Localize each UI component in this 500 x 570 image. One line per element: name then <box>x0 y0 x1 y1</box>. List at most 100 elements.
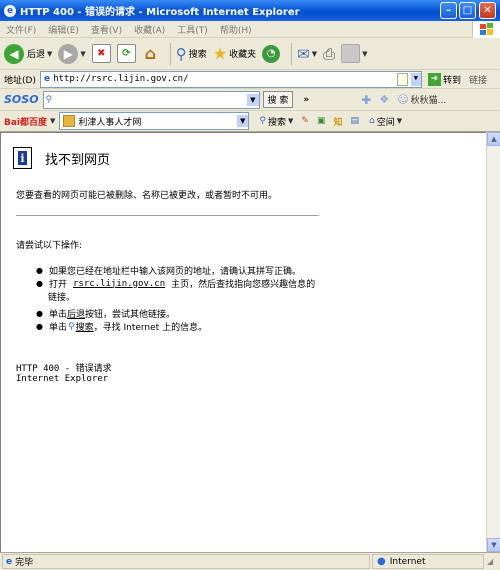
baidu-dropdown-icon[interactable]: ▼ <box>237 115 249 127</box>
soso-dropdown-icon[interactable]: ▼ <box>247 93 259 106</box>
scroll-up-icon[interactable]: ▲ <box>487 132 500 146</box>
bullet-text: 单击 <box>48 310 67 320</box>
stop-button[interactable]: ✖ <box>91 44 111 63</box>
zone-text: Internet <box>389 556 426 567</box>
baidu-space-button[interactable]: ⌂ 空间 ▼ <box>369 115 402 128</box>
search-link-icon[interactable]: ⚲ <box>68 322 75 332</box>
windows-logo-icon <box>472 21 500 38</box>
bullet-icon: ● <box>36 322 43 331</box>
address-url: http://rsrc.lijin.gov.cn/ <box>53 74 189 84</box>
address-bar: 地址(D) e http://rsrc.lijin.gov.cn/ ▼ ➔ 转到… <box>0 70 500 89</box>
status-panel: e 完毕 <box>2 554 370 569</box>
baidu-toolbar: Bai都百度 ▼ 利津人事人才网 ▼ ⚲ 搜索 ▼ ✎ ▣ 知 ▤ ⌂ 空间 ▼ <box>0 111 500 132</box>
soso-more-button[interactable]: » <box>303 95 309 105</box>
scroll-down-icon[interactable]: ▼ <box>487 538 500 552</box>
minimize-button[interactable]: – <box>440 2 457 19</box>
back-arrow-icon: ◀ <box>4 43 24 64</box>
menu-view[interactable]: 查看(V) <box>91 23 122 36</box>
bullet-text-continued: 链接。 <box>48 293 76 303</box>
homepage-link[interactable]: rsrc.lijin.gov.cn <box>73 279 165 289</box>
title-bar[interactable]: e HTTP 400 - 错误的请求 - Microsoft Internet … <box>0 0 500 21</box>
soso-search-icon: ⚲ <box>45 94 53 105</box>
baidu-space-icon: ⌂ <box>369 116 375 126</box>
soso-logo[interactable]: SOSO <box>4 93 39 106</box>
baidu-search-label: 搜索 <box>268 117 287 128</box>
page-icon: e <box>43 74 51 84</box>
menu-tools[interactable]: 工具(T) <box>177 23 208 36</box>
divider <box>16 215 319 216</box>
internet-globe-icon: ● <box>377 556 386 567</box>
baidu-image-icon[interactable]: ▣ <box>317 116 326 126</box>
bullet-icon: ● <box>36 309 43 318</box>
go-label: 转到 <box>442 75 461 86</box>
baidu-search-icon: ⚲ <box>259 116 267 126</box>
baidu-logo[interactable]: Bai都百度 <box>4 115 47 128</box>
search-label: 搜索 <box>188 50 207 60</box>
menu-favorites[interactable]: 收藏(A) <box>134 23 165 36</box>
edit-dropdown-icon[interactable]: ▼ <box>362 50 367 58</box>
bullet-text: 单击 <box>48 323 67 333</box>
go-button[interactable]: ➔ 转到 <box>427 72 461 86</box>
soso-user-icon[interactable]: ☺ <box>397 93 408 106</box>
history-button[interactable]: ◔ <box>262 44 281 63</box>
resize-grip-icon[interactable]: ◢ <box>487 557 493 566</box>
soso-search-input[interactable]: ⚲ ▼ <box>42 90 260 109</box>
mail-button[interactable]: ✉ ▼ <box>297 45 317 63</box>
soso-plus-icon[interactable]: ✚ <box>361 93 371 107</box>
page-done-icon: e <box>6 556 13 567</box>
bullet-icon: ● <box>36 279 43 288</box>
error-description: 您要查看的网页可能已被删除、名称已被更改，或者暂时不可用。 <box>16 191 278 201</box>
home-button[interactable]: ⌂ <box>142 44 159 63</box>
forward-button[interactable]: ▶ ▼ <box>58 43 86 64</box>
baidu-space-dropdown-icon[interactable]: ▼ <box>397 117 402 125</box>
menu-file[interactable]: 文件(F) <box>6 23 36 36</box>
back-dropdown-icon[interactable]: ▼ <box>47 50 52 58</box>
forward-arrow-icon: ▶ <box>58 43 79 64</box>
links-button[interactable]: 链接 <box>469 73 487 86</box>
print-button[interactable]: ⎙ <box>323 45 335 63</box>
baidu-search-input[interactable]: 利津人事人才网 ▼ <box>59 112 250 130</box>
baidu-query-text: 利津人事人才网 <box>78 117 142 128</box>
list-item: ● 单击 ⚲ 搜索 ，寻找 Internet 上的信息。 <box>36 320 208 334</box>
address-input[interactable]: e http://rsrc.lijin.gov.cn/ ▼ <box>39 70 422 88</box>
status-text: 完毕 <box>15 558 34 568</box>
baidu-search-button[interactable]: ⚲ 搜索 ▼ <box>259 115 293 128</box>
vertical-scrollbar[interactable]: ▲ ▼ <box>486 132 500 552</box>
search-button[interactable]: ⚲ 搜索 <box>176 45 207 63</box>
bullet-text: ，寻找 Internet 上的信息。 <box>93 323 208 333</box>
window-title: HTTP 400 - 错误的请求 - Microsoft Internet Ex… <box>20 7 300 18</box>
favorites-button[interactable]: ★ 收藏夹 <box>213 44 256 63</box>
refresh-button[interactable]: ⟳ <box>116 44 136 63</box>
back-link[interactable]: 后退 <box>67 307 85 320</box>
search-link[interactable]: 搜索 <box>76 320 94 333</box>
forward-dropdown-icon[interactable]: ▼ <box>80 50 85 58</box>
address-dropdown-icon[interactable]: ▼ <box>410 72 421 86</box>
menu-help[interactable]: 帮助(H) <box>220 23 252 36</box>
page-info-icon[interactable] <box>396 72 408 86</box>
page-content: i 找不到网页 您要查看的网页可能已被删除、名称已被更改，或者暂时不可用。 请尝… <box>0 132 486 552</box>
maximize-button[interactable]: □ <box>459 2 476 19</box>
baidu-news-icon[interactable]: ▤ <box>351 116 360 126</box>
soso-search-button[interactable]: 搜 索 <box>262 91 294 108</box>
close-button[interactable]: ✕ <box>479 2 496 19</box>
edit-icon <box>341 44 361 63</box>
baidu-tool-icon-1[interactable]: ✎ <box>301 116 309 126</box>
soso-extra-text[interactable]: 秋秋猫... <box>411 93 447 106</box>
toolbar-separator <box>169 42 171 65</box>
status-bar: e 完毕 ● Internet ◢ <box>0 552 500 570</box>
baidu-logo-dropdown-icon[interactable]: ▼ <box>50 117 55 125</box>
menu-edit[interactable]: 编辑(E) <box>48 23 79 36</box>
bullet-text: 主页，然后查找指向您感兴趣信息的 <box>171 280 316 290</box>
toolbar-separator <box>291 42 293 65</box>
back-button[interactable]: ◀ 后退 ▼ <box>4 43 52 64</box>
menu-bar: 文件(F) 编辑(E) 查看(V) 收藏(A) 工具(T) 帮助(H) <box>0 21 500 38</box>
edit-button[interactable]: ▼ <box>341 44 368 63</box>
mail-dropdown-icon[interactable]: ▼ <box>312 50 317 58</box>
baidu-zhidao-icon[interactable]: 知 <box>333 115 342 128</box>
soso-tool-icon[interactable]: ❖ <box>379 93 389 106</box>
baidu-space-label: 空间 <box>376 117 395 128</box>
refresh-icon: ⟳ <box>116 44 136 63</box>
baidu-search-dropdown-icon[interactable]: ▼ <box>288 117 293 125</box>
soso-toolbar: SOSO ⚲ ▼ 搜 索 » ✚ ❖ ☺ 秋秋猫... <box>0 89 500 111</box>
home-icon: ⌂ <box>144 44 157 63</box>
